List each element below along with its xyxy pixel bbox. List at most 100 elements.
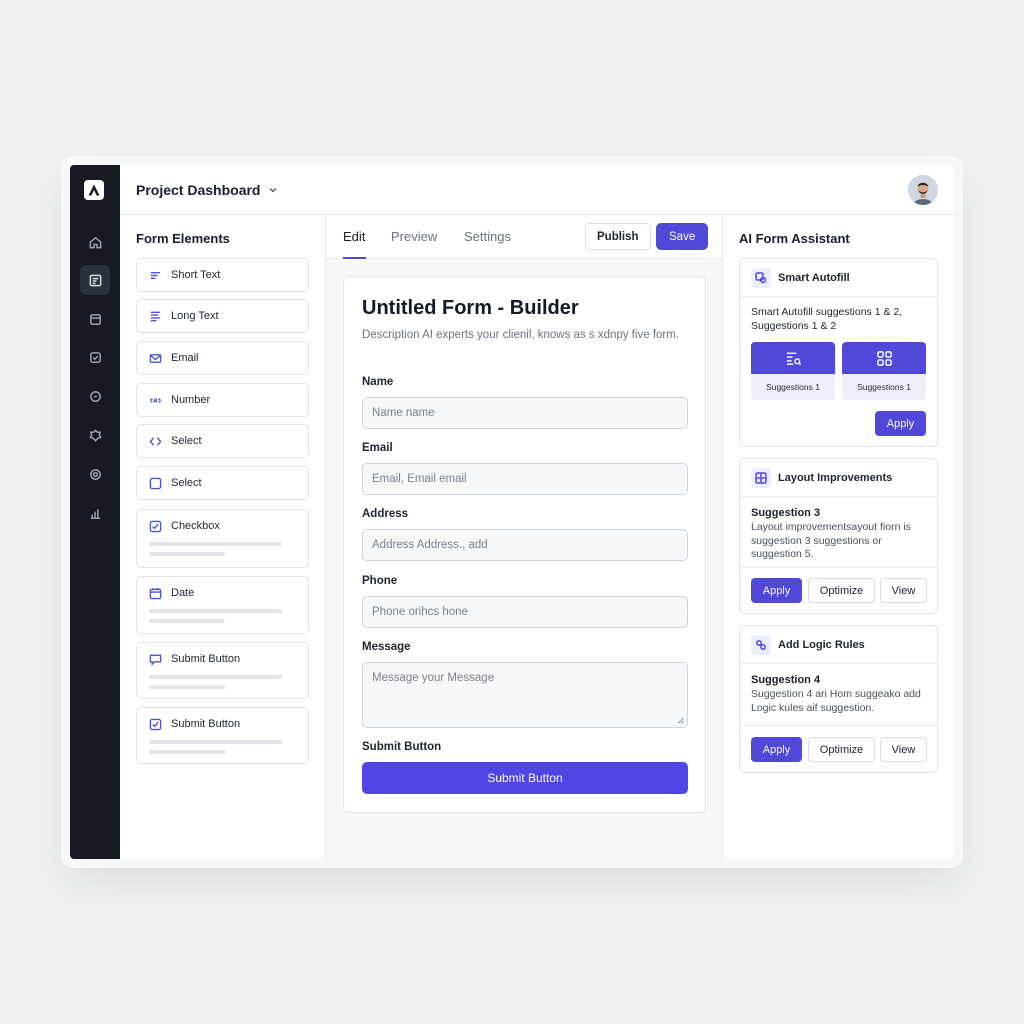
element-label: Select — [171, 477, 202, 489]
user-avatar[interactable] — [908, 175, 938, 205]
save-button[interactable]: Save — [656, 223, 709, 250]
element-short-text[interactable]: Short Text — [136, 258, 309, 292]
form-icon[interactable] — [80, 265, 110, 295]
settings-icon[interactable] — [80, 420, 110, 450]
field-label-submit: Submit Button — [362, 741, 442, 753]
suggestion-tile[interactable]: Suggestions 1 — [842, 342, 926, 400]
divider — [740, 725, 937, 726]
email-input[interactable]: Email, Email email — [362, 463, 688, 495]
autofill-text: Smart Autofill suggestions 1 & 2, Sugges… — [751, 306, 903, 332]
form-title[interactable]: Untitled Form - Builder — [362, 297, 579, 320]
number-icon — [149, 397, 162, 403]
suggestion-heading: Suggestion 4 — [751, 674, 821, 686]
apply-button[interactable]: Apply — [751, 737, 802, 762]
ai-assistant-panel: AI Form Assistant Smart Autofill Smart A… — [723, 215, 954, 859]
badge-icon[interactable] — [80, 381, 110, 411]
element-email[interactable]: Email — [136, 341, 309, 375]
active-tab-indicator — [343, 257, 366, 259]
skeleton-line — [149, 619, 225, 623]
message-placeholder: Message your Message — [372, 672, 495, 684]
element-label: Checkbox — [171, 520, 220, 532]
message-textarea[interactable]: Message your Message — [362, 662, 688, 728]
skeleton-line — [149, 542, 282, 546]
skeleton-line — [149, 685, 225, 689]
suggestion-text: Suggestion 4 ari Hom suggeako add Logic … — [751, 688, 921, 714]
view-button[interactable]: View — [880, 737, 927, 762]
chevron-down-icon[interactable] — [268, 185, 278, 195]
element-label: Short Text — [171, 269, 221, 281]
address-input[interactable]: Address Address., add — [362, 529, 688, 561]
view-button[interactable]: View — [880, 578, 927, 603]
form-canvas: Untitled Form - Builder Description AI e… — [343, 276, 706, 813]
element-checkbox[interactable]: Checkbox — [136, 509, 309, 568]
message-icon — [149, 654, 162, 666]
code-icon — [149, 436, 162, 446]
tile-label: Suggestions 1 — [857, 382, 911, 392]
field-label-message: Message — [362, 641, 411, 653]
submit-button[interactable]: Submit Button — [362, 762, 688, 794]
app-window: Project Dashboard Form Elements Short Te… — [70, 165, 954, 859]
element-label: Date — [171, 587, 195, 599]
top-bar: Project Dashboard — [120, 165, 954, 215]
form-elements-panel: Form Elements Short Text Long Text Email… — [120, 215, 326, 859]
apply-button[interactable]: Apply — [875, 411, 926, 436]
field-label-phone: Phone — [362, 575, 398, 587]
form-editor: Edit Preview Settings Publish Save Untit… — [326, 215, 723, 859]
element-label: Number — [171, 394, 211, 406]
square-icon — [149, 477, 162, 489]
home-icon[interactable] — [80, 227, 110, 257]
element-select[interactable]: Select — [136, 466, 309, 500]
autofill-icon — [751, 267, 771, 288]
apply-button[interactable]: Apply — [751, 578, 802, 603]
app-logo-icon[interactable] — [84, 180, 104, 200]
element-label: Submit Button — [171, 653, 241, 665]
optimize-button[interactable]: Optimize — [808, 737, 875, 762]
inbox-icon[interactable] — [80, 342, 110, 372]
element-date[interactable]: Date — [136, 576, 309, 634]
element-number[interactable]: Number — [136, 383, 309, 417]
smart-autofill-card: Smart Autofill Smart Autofill suggestion… — [739, 258, 938, 447]
project-title[interactable]: Project Dashboard — [136, 182, 260, 198]
assistant-title: AI Form Assistant — [739, 231, 850, 246]
divider — [740, 567, 937, 568]
element-label: Long Text — [171, 310, 219, 322]
icon-rail — [70, 165, 120, 859]
short-text-icon — [150, 271, 161, 279]
calendar-icon[interactable] — [80, 304, 110, 334]
phone-input[interactable]: Phone orihcs hone — [362, 596, 688, 628]
field-label-address: Address — [362, 508, 409, 520]
tab-edit[interactable]: Edit — [343, 229, 365, 244]
skeleton-line — [149, 750, 225, 754]
chart-icon[interactable] — [80, 498, 110, 528]
skeleton-line — [149, 675, 282, 679]
layout-improvements-card: Layout Improvements Suggestion 3 Layout … — [739, 458, 938, 614]
editor-tabs: Edit Preview Settings Publish Save — [326, 215, 722, 259]
tile-label: Suggestions 1 — [766, 382, 820, 392]
element-submit-button[interactable]: Submit Button — [136, 642, 309, 699]
long-text-icon — [150, 311, 161, 321]
suggestion-tile[interactable]: Suggestions 1 — [751, 342, 835, 400]
card-title: Smart Autofill — [778, 271, 850, 284]
checkbox-icon — [149, 520, 162, 532]
tab-settings[interactable]: Settings — [464, 229, 511, 244]
resize-handle-icon[interactable] — [677, 717, 684, 724]
form-description[interactable]: Description AI experts your clienil, kno… — [362, 327, 682, 344]
name-input[interactable]: Name name — [362, 397, 688, 429]
element-submit-button[interactable]: Submit Button — [136, 707, 309, 764]
gear-icon[interactable] — [80, 459, 110, 489]
element-long-text[interactable]: Long Text — [136, 299, 309, 333]
optimize-button[interactable]: Optimize — [808, 578, 875, 603]
skeleton-line — [149, 552, 225, 556]
calendar-icon — [149, 587, 162, 599]
element-label: Submit Button — [171, 718, 241, 730]
tab-preview[interactable]: Preview — [391, 229, 437, 244]
element-select[interactable]: Select — [136, 424, 309, 458]
field-label-name: Name — [362, 376, 394, 388]
suggestion-text: Layout improvementsayout fiorn is sugges… — [751, 521, 911, 560]
mail-icon — [149, 353, 162, 363]
layout-icon — [751, 467, 771, 488]
publish-button[interactable]: Publish — [585, 223, 651, 250]
element-label: Email — [171, 352, 199, 364]
suggestion-heading: Suggestion 3 — [751, 507, 821, 519]
list-search-icon — [786, 352, 801, 365]
